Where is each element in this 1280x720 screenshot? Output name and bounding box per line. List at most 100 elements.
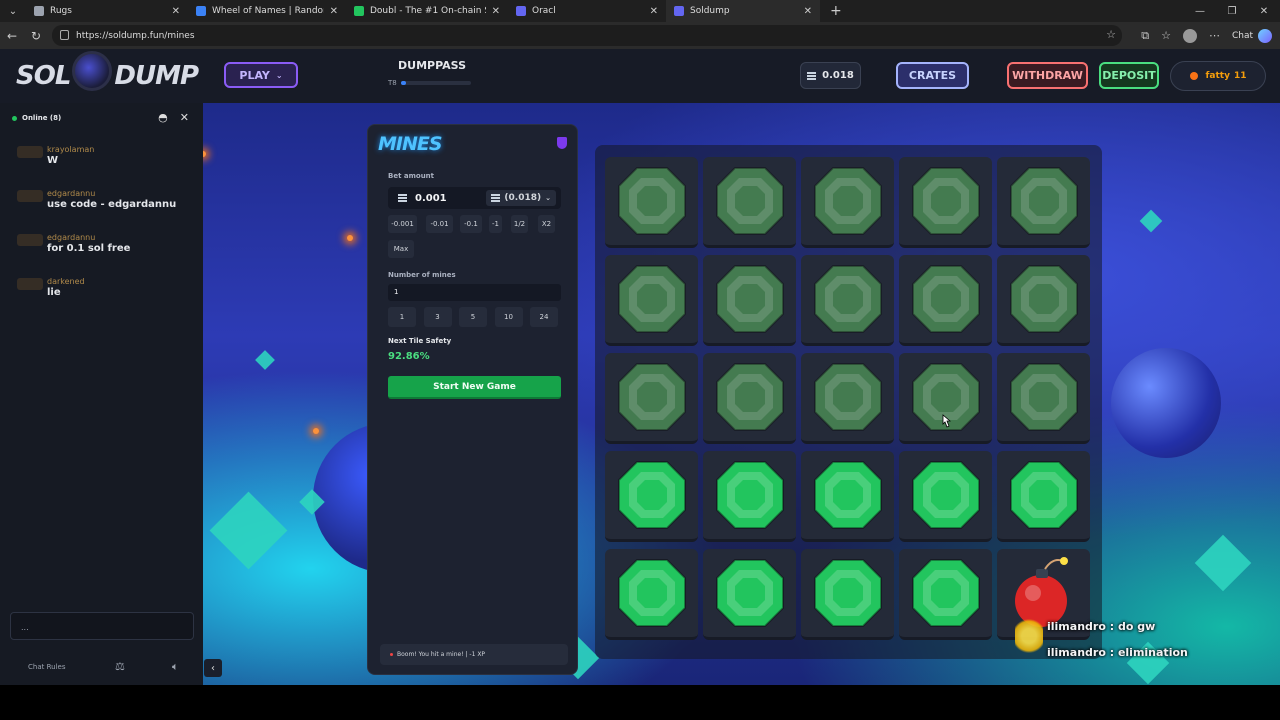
- mine-tile[interactable]: [605, 451, 698, 542]
- close-window-icon[interactable]: ✕: [1248, 0, 1280, 22]
- mine-tile[interactable]: [801, 255, 894, 346]
- volume-icon[interactable]: 🔈︎: [172, 660, 179, 674]
- chat-username[interactable]: edgardannu: [47, 185, 203, 198]
- more-menu-icon[interactable]: ⋯: [1209, 29, 1220, 42]
- emerald-gem-icon: [813, 265, 882, 333]
- withdraw-button[interactable]: WITHDRAW: [1007, 62, 1088, 89]
- mine-tile[interactable]: [997, 353, 1090, 444]
- close-tab-icon[interactable]: ✕: [804, 6, 812, 17]
- provably-fair-shield-icon[interactable]: [557, 137, 567, 149]
- mine-tile[interactable]: [605, 549, 698, 640]
- close-tab-icon[interactable]: ✕: [172, 6, 180, 17]
- mines-title: MINES: [378, 133, 443, 155]
- mines-preset-chip[interactable]: 1: [388, 307, 416, 327]
- browser-tab[interactable]: Wheel of Names | Random name ✕: [188, 0, 346, 22]
- favorites-icon[interactable]: ☆: [1161, 29, 1171, 42]
- mine-tile[interactable]: [703, 255, 796, 346]
- chat-avatar[interactable]: [17, 234, 43, 246]
- mine-tile[interactable]: [899, 353, 992, 444]
- chat-avatar[interactable]: [17, 190, 43, 202]
- max-balance-button[interactable]: (0.018) ⌄: [486, 190, 556, 206]
- soldump-logo[interactable]: SOL DUMP: [16, 50, 199, 91]
- mines-control-panel: MINES Bet amount 0.001 (0.018) ⌄ -0.001 -0…: [367, 124, 578, 675]
- user-profile-button[interactable]: fatty 11: [1170, 61, 1266, 91]
- mine-tile[interactable]: [703, 353, 796, 444]
- close-tab-icon[interactable]: ✕: [650, 6, 658, 17]
- bet-amount-value: 0.001: [415, 192, 447, 204]
- chat-avatar[interactable]: [17, 146, 43, 158]
- x-social-icon[interactable]: ✕: [180, 111, 189, 124]
- mine-tile[interactable]: [899, 157, 992, 248]
- restore-icon[interactable]: ❐: [1216, 0, 1248, 22]
- chat-username[interactable]: krayolaman: [47, 141, 203, 154]
- collapse-chat-button[interactable]: ‹: [204, 659, 222, 677]
- mines-preset-chip[interactable]: 5: [459, 307, 487, 327]
- bet-adjust-chip[interactable]: X2: [538, 215, 555, 233]
- dumppass-progress: T8: [388, 79, 471, 87]
- chat-rules-link[interactable]: Chat Rules: [28, 663, 65, 671]
- emerald-gem-icon: [813, 461, 882, 529]
- bet-adjust-chip[interactable]: 1/2: [511, 215, 528, 233]
- browser-tab[interactable]: Oracl ✕: [508, 0, 666, 22]
- mines-preset-chip[interactable]: 10: [494, 307, 523, 327]
- deposit-button[interactable]: DEPOSIT: [1099, 62, 1159, 89]
- mine-tile[interactable]: [605, 157, 698, 248]
- emerald-gem-icon: [715, 265, 784, 333]
- mine-tile[interactable]: [801, 451, 894, 542]
- bet-adjust-chip[interactable]: -0.001: [388, 215, 417, 233]
- bomb-illustration-right: [1111, 348, 1221, 458]
- crates-button[interactable]: CRATES: [896, 62, 969, 89]
- balance-display[interactable]: 0.018: [800, 62, 861, 89]
- discord-icon[interactable]: ◓: [158, 111, 168, 124]
- back-icon[interactable]: ←: [0, 29, 24, 43]
- chat-message: krayolaman W: [0, 141, 203, 185]
- bet-adjust-chip[interactable]: -1: [489, 215, 502, 233]
- mine-tile[interactable]: [605, 353, 698, 444]
- emerald-gem-icon: [1009, 167, 1078, 235]
- mine-tile[interactable]: [703, 157, 796, 248]
- mine-tile[interactable]: [899, 451, 992, 542]
- extensions-icon[interactable]: ⧉: [1141, 29, 1149, 43]
- url-field[interactable]: https://soldump.fun/mines ☆: [52, 25, 1122, 46]
- reload-icon[interactable]: ↻: [24, 29, 48, 43]
- mine-tile[interactable]: [899, 255, 992, 346]
- profile-avatar[interactable]: [1182, 28, 1197, 43]
- mine-tile[interactable]: [605, 255, 698, 346]
- mine-tile[interactable]: [997, 157, 1090, 248]
- mine-tile[interactable]: [703, 451, 796, 542]
- mines-preset-chip[interactable]: 24: [530, 307, 558, 327]
- mines-count-input[interactable]: 1: [388, 284, 561, 301]
- bookmark-star-icon[interactable]: ☆: [1106, 28, 1116, 41]
- browser-tab[interactable]: Doubl - The #1 On-chain Solana ✕: [346, 0, 508, 22]
- mine-tile[interactable]: [997, 451, 1090, 542]
- scale-icon[interactable]: ⚖: [115, 660, 125, 673]
- chat-avatar[interactable]: [17, 278, 43, 290]
- bet-max-chip[interactable]: Max: [388, 240, 414, 258]
- new-tab-button[interactable]: +: [820, 3, 852, 19]
- browser-chat-button[interactable]: Chat: [1232, 28, 1272, 43]
- close-tab-icon[interactable]: ✕: [330, 6, 338, 17]
- mine-tile[interactable]: [703, 549, 796, 640]
- tab-list-chevron-icon[interactable]: ⌄: [0, 0, 26, 22]
- emerald-gem-icon: [813, 167, 882, 235]
- bet-amount-input[interactable]: 0.001 (0.018) ⌄: [388, 187, 561, 209]
- bet-adjust-chip[interactable]: -0.01: [426, 215, 453, 233]
- bet-adjust-chip[interactable]: -0.1: [460, 215, 482, 233]
- mines-preset-chip[interactable]: 3: [423, 307, 452, 327]
- chat-input[interactable]: ...: [10, 612, 194, 640]
- chat-username[interactable]: edgardannu: [47, 229, 203, 242]
- dumppass-title[interactable]: DUMPPASS: [398, 59, 466, 72]
- mine-tile[interactable]: [899, 549, 992, 640]
- minimize-icon[interactable]: —: [1184, 0, 1216, 22]
- mine-tile[interactable]: [801, 157, 894, 248]
- mine-tile[interactable]: [801, 549, 894, 640]
- mine-tile[interactable]: [997, 255, 1090, 346]
- play-menu-button[interactable]: PLAY ⌄: [224, 62, 298, 88]
- close-tab-icon[interactable]: ✕: [492, 6, 500, 17]
- mine-tile[interactable]: [801, 353, 894, 444]
- site-info-icon[interactable]: [60, 30, 69, 40]
- browser-tab[interactable]: Rugs ✕: [26, 0, 188, 22]
- browser-tab[interactable]: Soldump ✕: [666, 0, 820, 22]
- chat-username[interactable]: darkened: [47, 273, 203, 286]
- start-new-game-button[interactable]: Start New Game: [388, 376, 561, 399]
